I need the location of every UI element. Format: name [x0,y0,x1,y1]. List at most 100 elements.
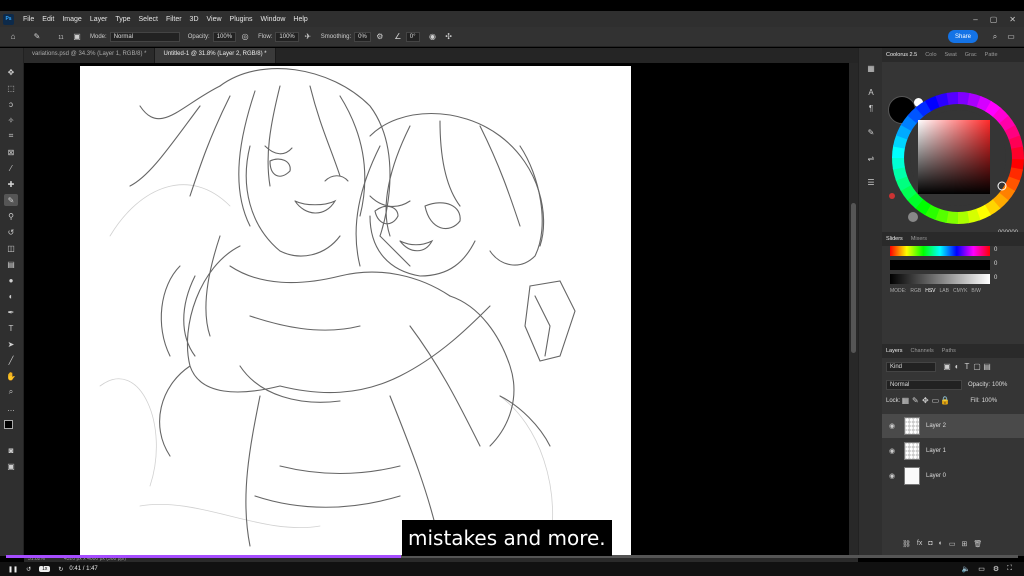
canvas-vertical-scrollbar[interactable] [849,63,858,556]
visibility-eye-icon[interactable]: ◉ [886,472,898,480]
menu-filter[interactable]: Filter [162,16,186,23]
mode-rgb[interactable]: RGB [910,288,921,294]
brush-tool-icon[interactable]: ✎ [4,194,18,206]
lock-artboard-icon[interactable]: ▭ [930,396,940,406]
mode-select[interactable]: Normal [109,31,180,42]
smoothing-settings-icon[interactable]: ⚙ [375,32,385,42]
type-tool-icon[interactable]: T [4,322,18,334]
layer-row-layer-2[interactable]: ◉ Layer 2 [882,414,1024,438]
tab-swatches[interactable]: Swat [941,52,961,58]
layer-name[interactable]: Layer 1 [926,448,946,454]
fill-value[interactable]: 100% [982,398,997,404]
magic-wand-tool-icon[interactable]: ✧ [4,114,18,126]
blur-tool-icon[interactable]: ● [4,274,18,286]
move-tool-icon[interactable]: ✥ [4,66,18,78]
hue-value[interactable]: 0 [994,247,997,253]
share-button[interactable]: Share [948,30,978,43]
tab-paths[interactable]: Paths [938,348,960,354]
hue-slider[interactable] [890,246,990,256]
menu-view[interactable]: View [203,16,226,23]
brush-size-picker[interactable]: 11 [56,32,66,42]
lock-all-icon[interactable]: 🔒 [940,396,950,406]
volume-icon[interactable]: 🔈 [961,565,970,573]
foreground-color-swatch[interactable] [4,420,13,429]
add-mask-icon[interactable]: ◘ [928,540,932,548]
eyedropper-tool-icon[interactable]: ⁄ [4,162,18,174]
screen-mode-icon[interactable]: ▣ [4,460,18,472]
tab-variations[interactable]: variations.psd @ 34.3% (Layer 1, RGB/8) … [24,48,156,63]
menu-help[interactable]: Help [289,16,311,23]
history-brush-tool-icon[interactable]: ↺ [4,226,18,238]
workspace-icon[interactable]: ▭ [1006,32,1016,42]
menu-edit[interactable]: Edit [38,16,58,23]
filter-type-icon[interactable]: T [962,362,972,372]
pause-icon[interactable]: ❚❚ [8,566,18,573]
dodge-tool-icon[interactable]: ◐ [4,290,18,302]
restore-button[interactable]: ▢ [990,15,998,24]
adjustments-panel-icon[interactable]: ⇌ [864,152,878,164]
saturation-value[interactable]: 0 [994,261,997,267]
paragraph-panel-icon[interactable]: ¶ [864,102,878,114]
layer-kind-filter[interactable]: Kind [886,362,936,372]
properties-panel-icon[interactable]: ☰ [864,176,878,188]
airbrush-icon[interactable]: ✈ [303,32,313,42]
mode-lab[interactable]: LAB [940,288,949,294]
tab-mixers[interactable]: Mixers [907,236,931,242]
filter-shape-icon[interactable]: ▢ [972,362,982,372]
tab-channels[interactable]: Channels [907,348,938,354]
layer-opacity-value[interactable]: 100% [992,382,1007,388]
visibility-eye-icon[interactable]: ◉ [886,422,898,430]
tab-layers[interactable]: Layers [882,348,907,354]
menu-3d[interactable]: 3D [186,16,203,23]
menu-image[interactable]: Image [58,16,85,23]
lock-pixels-icon[interactable]: ✎ [910,396,920,406]
opacity-input[interactable]: 100% [212,31,237,42]
layer-name[interactable]: Layer 0 [926,473,946,479]
menu-window[interactable]: Window [257,16,290,23]
symmetry-icon[interactable]: ✣ [444,32,454,42]
filter-pixel-icon[interactable]: ▣ [942,362,952,372]
forward-icon[interactable]: ↻ [58,566,63,573]
layer-style-icon[interactable]: fx [917,540,922,548]
layer-row-layer-1[interactable]: ◉ Layer 1 [882,439,1024,463]
tab-untitled-1[interactable]: Untitled-1 @ 31.8% (Layer 2, RGB/8) * [155,48,276,63]
menu-type[interactable]: Type [111,16,134,23]
quick-mask-icon[interactable]: ◙ [4,444,18,456]
path-selection-tool-icon[interactable]: ➤ [4,338,18,350]
crop-tool-icon[interactable]: ⌗ [4,130,18,142]
menu-layer[interactable]: Layer [86,16,112,23]
rewind-icon[interactable]: ↺ [26,566,31,573]
drawing-canvas[interactable] [80,66,631,556]
home-icon[interactable]: ⌂ [8,32,18,42]
scrollbar-thumb[interactable] [851,203,856,353]
marquee-tool-icon[interactable]: ⬚ [4,82,18,94]
clone-stamp-tool-icon[interactable]: ⚲ [4,210,18,222]
lasso-tool-icon[interactable]: ↄ [4,98,18,110]
flow-input[interactable]: 100% [275,31,299,42]
mode-bw[interactable]: B/W [971,288,980,294]
link-layers-icon[interactable]: ⛓ [902,540,911,548]
new-adjustment-icon[interactable]: ◐ [939,540,943,548]
frame-tool-icon[interactable]: ⊠ [4,146,18,158]
brush-preset-icon[interactable]: ✎ [32,32,42,42]
pressure-size-icon[interactable]: ◉ [428,32,438,42]
brush-settings-icon[interactable]: ▣ [72,32,82,42]
settings-icon[interactable]: ⚙ [993,565,999,573]
lock-position-icon[interactable]: ✥ [920,396,930,406]
layer-name[interactable]: Layer 2 [926,423,946,429]
canvas-area[interactable] [24,63,858,556]
zoom-tool-icon[interactable]: ⌕ [4,386,18,398]
visibility-eye-icon[interactable]: ◉ [886,447,898,455]
captions-icon[interactable]: ▭ [978,565,985,573]
hand-tool-icon[interactable]: ✋ [4,370,18,382]
color-panel-icon[interactable]: ▦ [864,62,878,74]
menu-plugins[interactable]: Plugins [226,16,257,23]
more-tools-icon[interactable]: … [4,402,18,414]
filter-adjustment-icon[interactable]: ◐ [952,362,962,372]
tab-coolorus[interactable]: Coolorus 2.5 [882,52,921,58]
pressure-opacity-icon[interactable]: ◎ [240,32,250,42]
character-panel-icon[interactable]: A [864,86,878,98]
brightness-value[interactable]: 0 [994,275,997,281]
eraser-tool-icon[interactable]: ◫ [4,242,18,254]
menu-select[interactable]: Select [135,16,162,23]
